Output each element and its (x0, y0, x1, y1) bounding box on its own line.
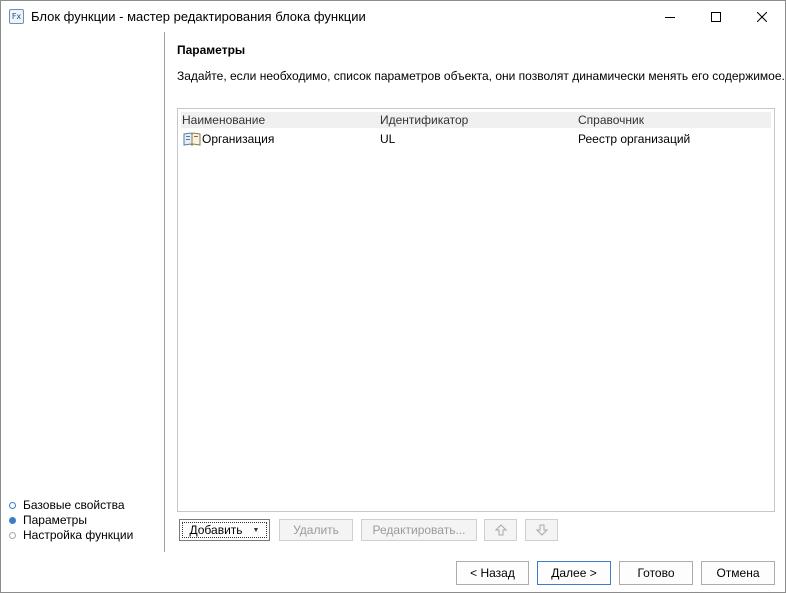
book-icon (183, 132, 201, 146)
edit-button[interactable]: Редактировать... (361, 519, 477, 541)
back-button[interactable]: < Назад (456, 561, 529, 585)
edit-button-label: Редактировать... (372, 523, 466, 537)
close-icon (757, 11, 767, 22)
window-title: Блок функции - мастер редактирования бло… (31, 9, 366, 24)
section-description: Задайте, если необходимо, список парамет… (177, 69, 785, 83)
focus-rect (182, 522, 267, 538)
move-down-button[interactable] (525, 519, 558, 541)
step-function-settings[interactable]: Настройка функции (9, 528, 133, 543)
step-base-properties[interactable]: Базовые свойства (9, 498, 133, 513)
back-button-label: < Назад (470, 566, 515, 580)
step-parameters[interactable]: Параметры (9, 513, 133, 528)
function-block-icon: Fx (9, 9, 24, 24)
add-button[interactable]: Добавить ▼ (179, 519, 270, 541)
next-button-label: Далее > (551, 566, 597, 580)
column-header-identifier[interactable]: Идентификатор (380, 112, 468, 128)
minimize-button[interactable] (647, 1, 693, 32)
grid-header: Наименование Идентификатор Справочник (181, 112, 771, 128)
next-button[interactable]: Далее > (537, 561, 611, 585)
arrow-up-icon (494, 524, 507, 536)
parameters-grid[interactable]: Наименование Идентификатор Справочник Ор… (177, 108, 775, 512)
table-row[interactable]: Организация UL Реестр организаций (181, 130, 771, 148)
title-bar[interactable]: Fx Блок функции - мастер редактирования … (1, 1, 785, 32)
step-label: Настройка функции (23, 528, 134, 542)
step-label: Базовые свойства (23, 498, 125, 512)
arrow-down-icon (535, 524, 548, 536)
panel-divider (164, 32, 165, 552)
cell-name: Организация (202, 132, 275, 146)
steps-panel (1, 32, 164, 552)
cell-reference: Реестр организаций (578, 132, 691, 146)
cancel-button-label: Отмена (716, 566, 760, 580)
wizard-window: Fx Блок функции - мастер редактирования … (0, 0, 786, 593)
step-done-icon (9, 502, 16, 509)
section-title: Параметры (177, 43, 246, 57)
move-up-button[interactable] (484, 519, 517, 541)
column-header-reference[interactable]: Справочник (578, 112, 644, 128)
cancel-button[interactable]: Отмена (701, 561, 775, 585)
done-button-label: Готово (637, 566, 675, 580)
done-button[interactable]: Готово (619, 561, 693, 585)
step-active-icon (9, 517, 16, 524)
delete-button-label: Удалить (293, 523, 339, 537)
maximize-icon (711, 11, 721, 22)
delete-button[interactable]: Удалить (279, 519, 353, 541)
close-button[interactable] (739, 1, 785, 32)
maximize-button[interactable] (693, 1, 739, 32)
step-label: Параметры (23, 513, 87, 527)
column-header-name[interactable]: Наименование (182, 112, 265, 128)
cell-identifier: UL (380, 132, 396, 146)
step-future-icon (9, 532, 16, 539)
steps-list: Базовые свойства Параметры Настройка фун… (9, 498, 133, 543)
minimize-icon (665, 16, 675, 18)
